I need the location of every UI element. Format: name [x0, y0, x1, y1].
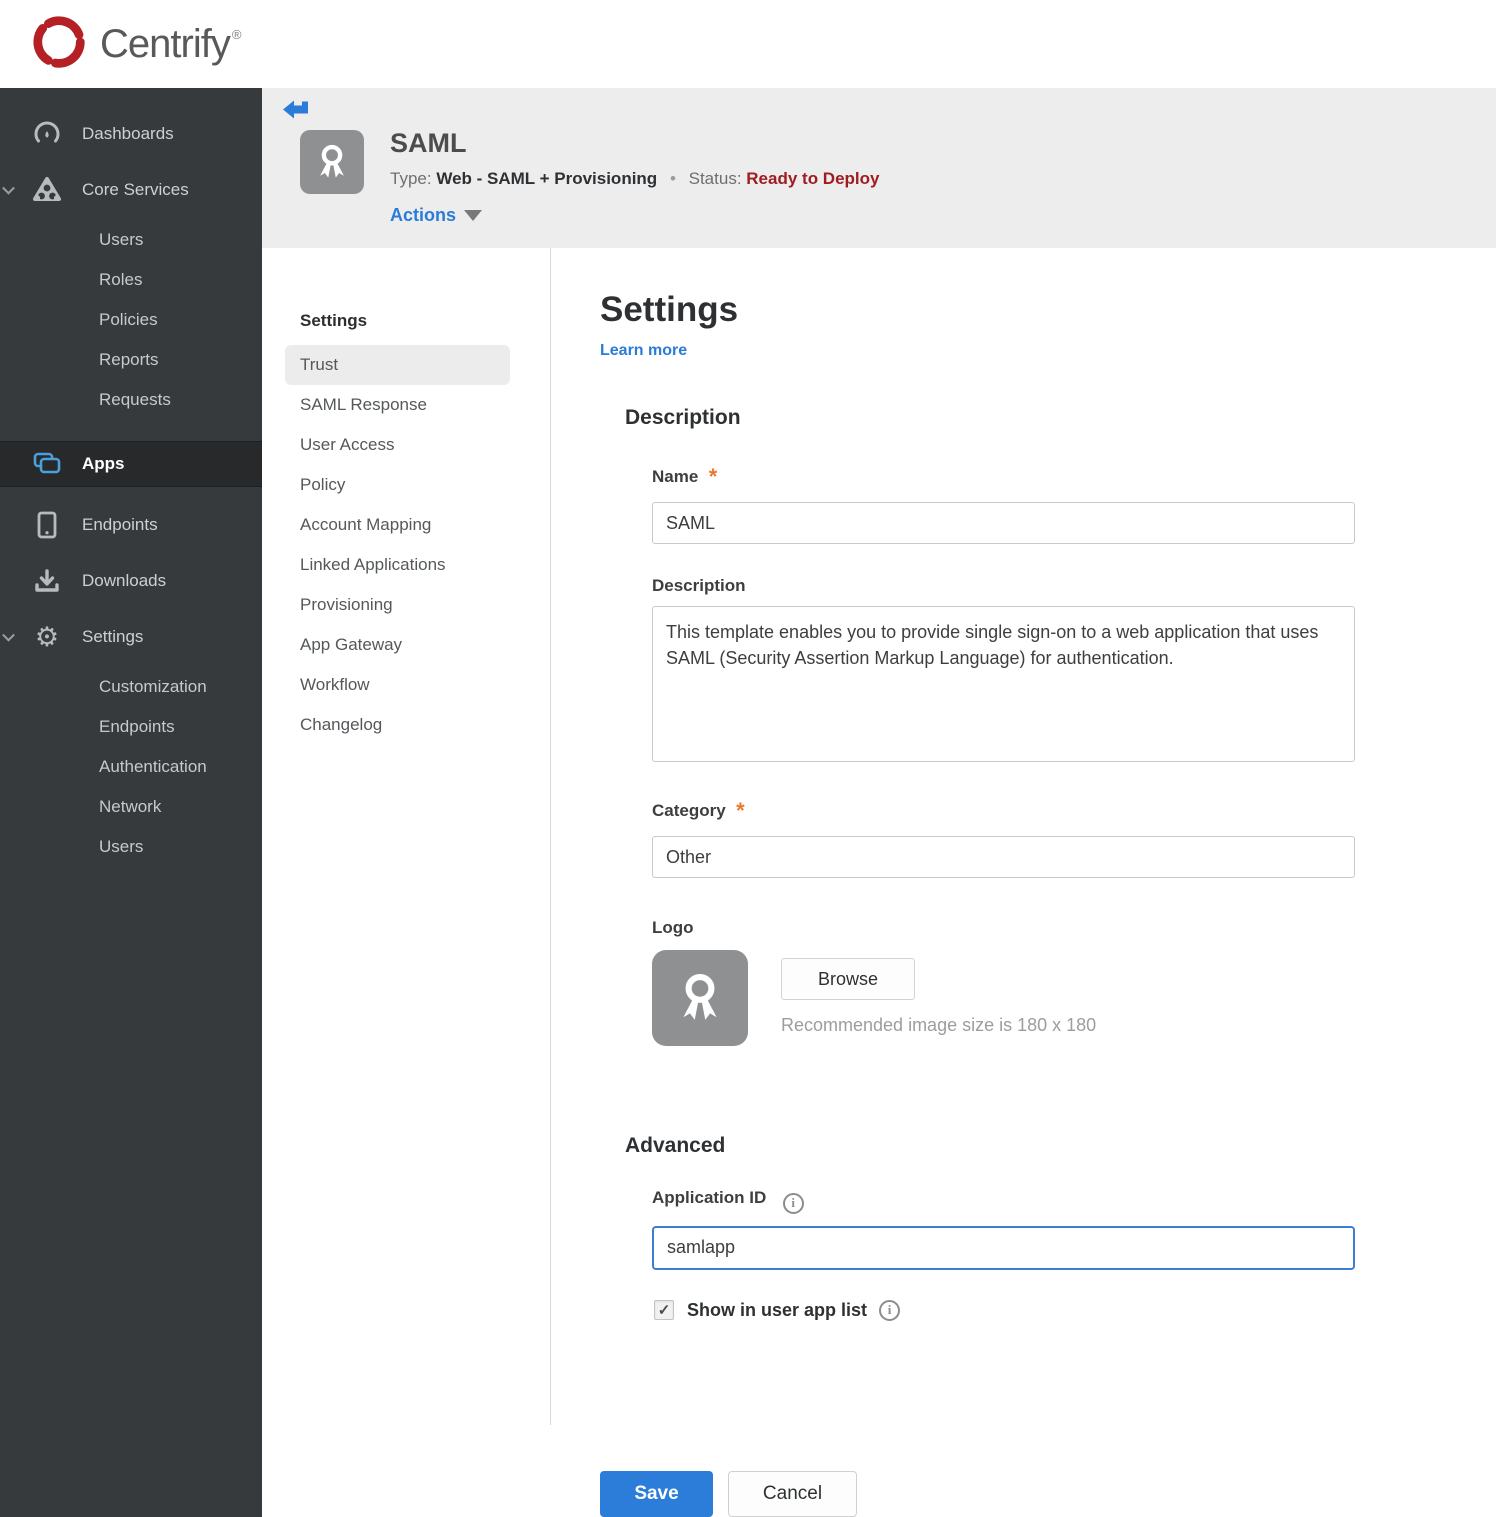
- status-badge: Ready to Deploy: [746, 169, 880, 188]
- settings-form: Settings Learn more Description Name * D…: [551, 248, 1496, 1517]
- brand-wordmark: Centrify ®: [100, 21, 242, 66]
- sidebar-item-apps[interactable]: Apps: [0, 441, 262, 487]
- app-logo: [300, 130, 364, 194]
- sidebar-item-settings[interactable]: ⚙ Settings: [0, 609, 262, 665]
- sidebar-item-roles[interactable]: Roles: [0, 260, 262, 300]
- actions-label: Actions: [390, 205, 457, 225]
- required-marker: *: [708, 464, 718, 489]
- app-logo-preview: [652, 950, 748, 1046]
- sidebar-item-authentication[interactable]: Authentication: [0, 747, 262, 787]
- app-meta-line: Type: Web - SAML + Provisioning • Status…: [390, 169, 879, 189]
- description-label: Description: [652, 576, 746, 595]
- type-label: Type:: [390, 169, 432, 188]
- sidebar-item-requests[interactable]: Requests: [0, 380, 262, 420]
- app-header-band: SAML Type: Web - SAML + Provisioning • S…: [262, 88, 1496, 248]
- gauge-icon: [32, 120, 62, 148]
- top-bar: Centrify ®: [0, 0, 1496, 88]
- subnav-item-app-gateway[interactable]: App Gateway: [300, 625, 550, 665]
- sidebar-item-label: Endpoints: [82, 515, 158, 534]
- sidebar-item-settings-users[interactable]: Users: [0, 827, 262, 867]
- apps-icon: [32, 451, 62, 477]
- status-label: Status:: [688, 169, 742, 188]
- browse-button[interactable]: Browse: [781, 958, 915, 1000]
- chevron-down-icon[interactable]: [2, 628, 15, 642]
- sidebar-item-policies[interactable]: Policies: [0, 300, 262, 340]
- sidebar-item-label: Dashboards: [82, 124, 174, 143]
- application-id-label: Application ID: [652, 1188, 767, 1207]
- app-settings-subnav: Settings Trust SAML Response User Access…: [262, 248, 551, 1425]
- show-in-user-app-list-label: Show in user app list: [687, 1299, 868, 1320]
- cancel-button[interactable]: Cancel: [728, 1470, 857, 1517]
- subnav-item-linked-applications[interactable]: Linked Applications: [300, 545, 550, 585]
- sidebar-item-dashboards[interactable]: Dashboards: [0, 106, 262, 162]
- subnav-item-provisioning[interactable]: Provisioning: [300, 585, 550, 625]
- device-icon: [32, 510, 62, 540]
- name-field[interactable]: [652, 502, 1355, 544]
- sidebar-item-reports[interactable]: Reports: [0, 340, 262, 380]
- type-value: Web - SAML + Provisioning: [436, 169, 658, 188]
- subnav-item-account-mapping[interactable]: Account Mapping: [300, 505, 550, 545]
- logo-size-hint: Recommended image size is 180 x 180: [781, 1015, 1097, 1035]
- logo-label: Logo: [652, 918, 694, 937]
- category-label: Category: [652, 801, 726, 820]
- centrify-logo: Centrify ®: [28, 11, 242, 78]
- sidebar-nav: Dashboards Core Services Users Roles Pol…: [0, 88, 262, 1517]
- app-title: SAML: [390, 128, 467, 158]
- description-section-heading: Description: [625, 406, 741, 429]
- subnav-item-workflow[interactable]: Workflow: [300, 665, 550, 705]
- chevron-down-icon[interactable]: [2, 181, 15, 195]
- subnav-item-user-access[interactable]: User Access: [300, 425, 550, 465]
- gear-icon: ⚙: [34, 621, 60, 652]
- info-icon[interactable]: i: [879, 1299, 901, 1321]
- caret-down-icon: [464, 210, 483, 221]
- registered-mark: ®: [231, 26, 242, 42]
- subnav-item-policy[interactable]: Policy: [300, 465, 550, 505]
- description-field[interactable]: This template enables you to provide sin…: [652, 606, 1355, 762]
- sidebar-item-downloads[interactable]: Downloads: [0, 553, 262, 609]
- sidebar-item-core-services[interactable]: Core Services: [0, 162, 262, 218]
- save-button[interactable]: Save: [600, 1470, 713, 1517]
- info-icon[interactable]: i: [782, 1192, 804, 1214]
- sidebar-item-users[interactable]: Users: [0, 220, 262, 260]
- subnav-item-trust[interactable]: Trust: [285, 345, 510, 385]
- required-marker: *: [736, 798, 745, 823]
- sidebar-item-endpoints[interactable]: Endpoints: [0, 497, 262, 553]
- page-title: Settings: [600, 290, 739, 329]
- core-services-submenu: Users Roles Policies Reports Requests: [0, 218, 262, 428]
- application-id-field[interactable]: [652, 1225, 1355, 1270]
- sidebar-item-label: Apps: [82, 454, 125, 473]
- sidebar-item-label: Downloads: [82, 571, 167, 590]
- subnav-item-saml-response[interactable]: SAML Response: [300, 385, 550, 425]
- subnav-item-changelog[interactable]: Changelog: [300, 705, 550, 745]
- sidebar-item-label: Core Services: [82, 180, 189, 199]
- subnav-header: Settings: [300, 311, 368, 330]
- sidebar-item-settings-endpoints[interactable]: Endpoints: [0, 707, 262, 747]
- advanced-section-heading: Advanced: [625, 1134, 726, 1157]
- core-services-icon: [32, 176, 62, 204]
- learn-more-link[interactable]: Learn more: [600, 342, 687, 360]
- centrify-swirl-icon: [28, 11, 90, 78]
- actions-dropdown[interactable]: Actions: [390, 205, 483, 226]
- sidebar-item-network[interactable]: Network: [0, 787, 262, 827]
- settings-submenu: Customization Endpoints Authentication N…: [0, 665, 262, 875]
- back-button[interactable]: [282, 98, 309, 126]
- download-icon: [32, 567, 62, 595]
- sidebar-item-label: Settings: [82, 627, 144, 646]
- category-field[interactable]: [652, 836, 1355, 878]
- show-in-user-app-list-checkbox[interactable]: ✓: [654, 1300, 674, 1320]
- meta-separator: •: [669, 169, 676, 188]
- name-label: Name: [652, 467, 699, 486]
- sidebar-item-customization[interactable]: Customization: [0, 667, 262, 707]
